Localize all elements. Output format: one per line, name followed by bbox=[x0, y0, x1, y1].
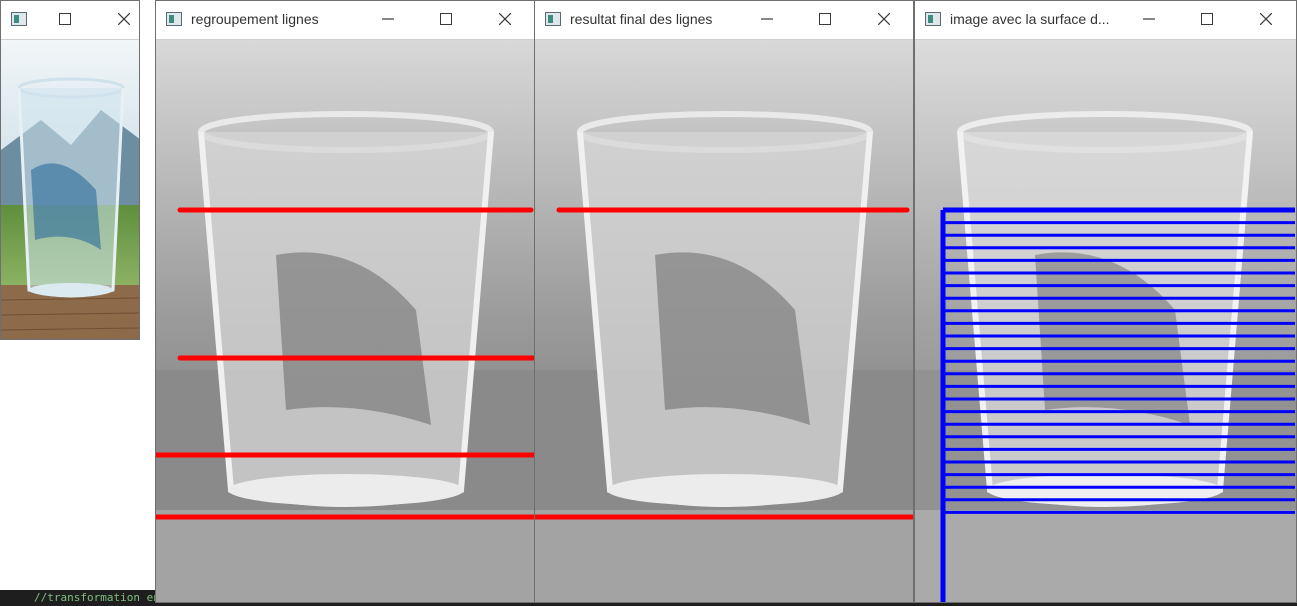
app-icon bbox=[545, 12, 561, 26]
window-title: image avec la surface d... bbox=[950, 11, 1110, 27]
minimize-icon[interactable] bbox=[368, 5, 408, 35]
minimize-icon[interactable] bbox=[1129, 5, 1169, 35]
window-title: regroupement lignes bbox=[191, 11, 319, 27]
window-resultat-final[interactable]: resultat final des lignes bbox=[534, 0, 914, 603]
app-icon bbox=[925, 12, 941, 26]
app-icon bbox=[166, 12, 182, 26]
grayscale-glass-image bbox=[535, 40, 913, 602]
window-regroupement-lignes[interactable]: regroupement lignes bbox=[155, 0, 536, 603]
app-icon bbox=[11, 12, 27, 26]
grayscale-glass-image bbox=[156, 40, 535, 602]
titlebar[interactable]: regroupement lignes bbox=[156, 1, 535, 40]
window-image-surface[interactable]: image avec la surface d... bbox=[914, 0, 1297, 603]
window-title: resultat final des lignes bbox=[570, 11, 713, 27]
maximize-icon[interactable] bbox=[1187, 5, 1227, 35]
close-icon[interactable] bbox=[485, 5, 525, 35]
close-icon[interactable] bbox=[864, 5, 904, 35]
titlebar[interactable]: resultat final des lignes bbox=[535, 1, 913, 40]
window-original-image[interactable] bbox=[0, 0, 140, 340]
grayscale-glass-surface-image bbox=[915, 40, 1296, 602]
image-canvas bbox=[1, 40, 139, 339]
titlebar[interactable] bbox=[1, 1, 139, 40]
color-glass-photo bbox=[1, 40, 139, 339]
image-canvas bbox=[915, 40, 1296, 602]
close-icon[interactable] bbox=[104, 5, 139, 35]
maximize-icon[interactable] bbox=[426, 5, 466, 35]
minimize-icon[interactable] bbox=[747, 5, 787, 35]
close-icon[interactable] bbox=[1246, 5, 1286, 35]
titlebar[interactable]: image avec la surface d... bbox=[915, 1, 1296, 40]
image-canvas bbox=[535, 40, 913, 602]
maximize-icon[interactable] bbox=[45, 5, 85, 35]
maximize-icon[interactable] bbox=[805, 5, 845, 35]
image-canvas bbox=[156, 40, 535, 602]
